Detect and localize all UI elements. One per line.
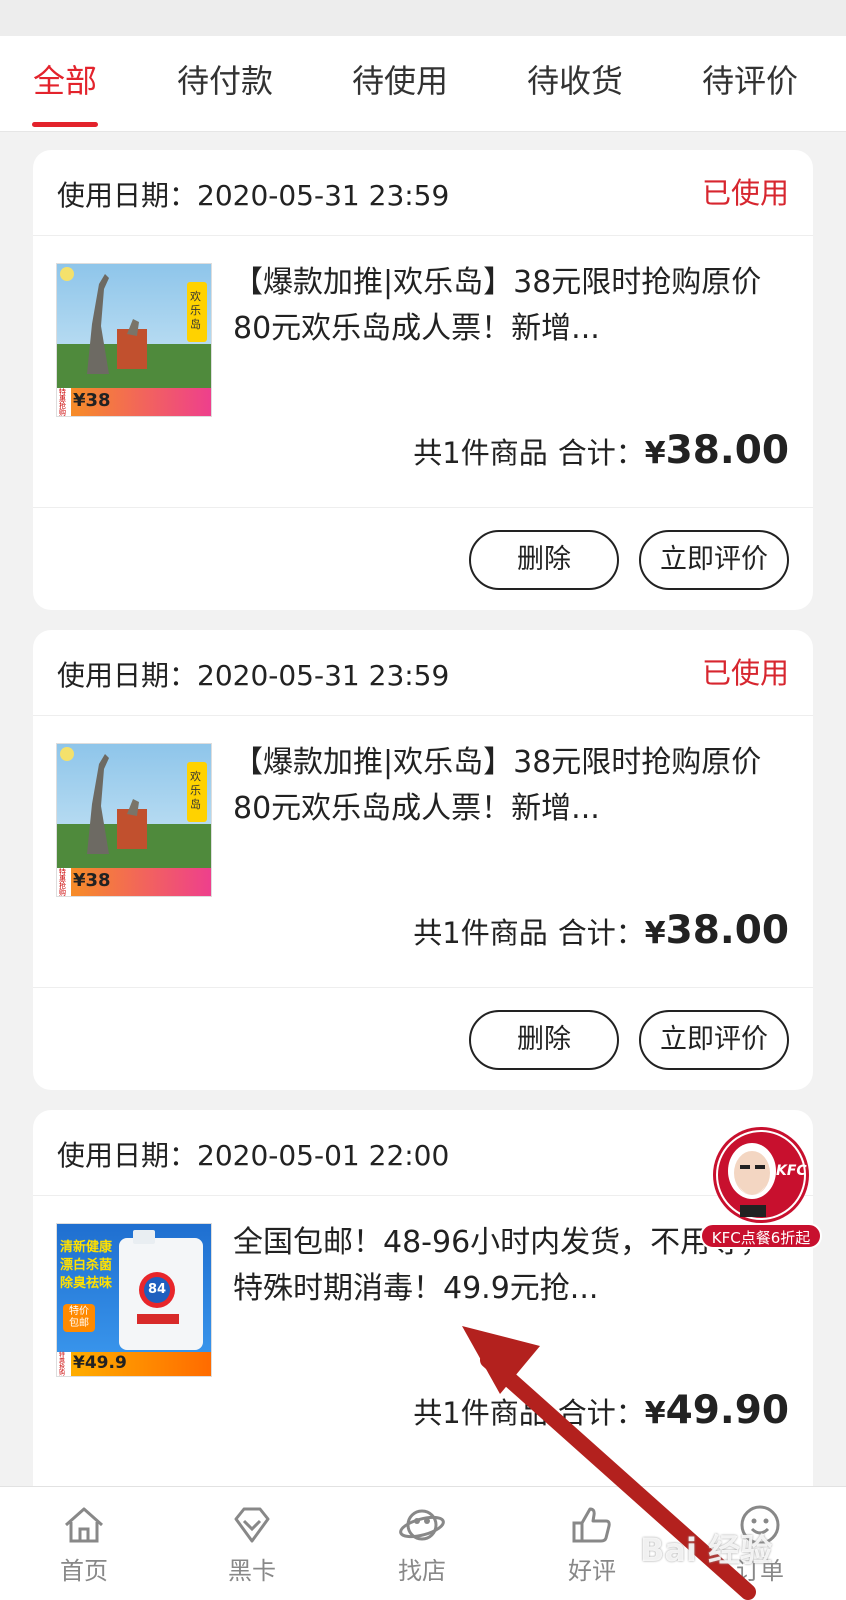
nav-black-card[interactable]: 黑卡: [192, 1495, 312, 1586]
thumbnail-price: ¥49.9: [73, 1353, 127, 1373]
order-card[interactable]: 使用日期：2020-05-31 23:59 已使用 ¥38 欢乐岛 特惠抢购 【…: [33, 630, 813, 1090]
kfc-logo-text: KFC: [776, 1163, 807, 1179]
thumbnail-badge: 特惠抢购: [59, 388, 66, 417]
currency-symbol: ¥: [644, 1396, 666, 1431]
thumbnail-badge: 特惠抢购: [59, 1352, 66, 1377]
order-actions: 删除 立即评价: [33, 987, 813, 1090]
thumbnail-tag: 欢乐岛: [190, 290, 201, 331]
order-tabs: 全部 待付款 待使用 待收货 待评价: [0, 36, 846, 132]
review-button[interactable]: 立即评价: [639, 1010, 789, 1070]
total-label: 合计：: [557, 916, 645, 950]
order-card-header: 使用日期：2020-05-01 22:00 已: [33, 1110, 813, 1196]
order-total: 38.00: [665, 908, 789, 953]
thumbs-up-icon: [572, 1507, 611, 1543]
delete-button[interactable]: 删除: [469, 530, 619, 590]
nav-label: 首页: [60, 1557, 108, 1585]
thumbnail-promo-badge: 特价包邮: [63, 1304, 95, 1332]
delete-button[interactable]: 删除: [469, 1010, 619, 1070]
thumbnail-line: 除臭祛味: [60, 1276, 113, 1291]
item-count: 共1件商品: [413, 436, 548, 470]
item-count: 共1件商品: [413, 1396, 548, 1430]
order-summary: 共1件商品 合计：¥49.90: [413, 1388, 789, 1433]
tab-all[interactable]: 全部: [30, 36, 100, 132]
total-label: 合计：: [557, 1396, 645, 1430]
nav-good-review[interactable]: 好评: [532, 1495, 652, 1586]
home-icon: [65, 1507, 103, 1543]
diamond-icon: [234, 1507, 270, 1543]
tab-pending-receipt[interactable]: 待收货: [520, 36, 630, 132]
nav-label: 找店: [398, 1557, 446, 1585]
thumbnail-tag: 欢乐岛: [190, 770, 201, 811]
total-label: 合计：: [557, 436, 645, 470]
order-card-header: 使用日期：2020-05-31 23:59 已使用: [33, 630, 813, 716]
thumbnail-line: 清新健康: [60, 1240, 113, 1255]
kfc-floating-ad[interactable]: KFC KFC点餐6折起: [700, 1125, 822, 1249]
item-count: 共1件商品: [413, 916, 548, 950]
nav-home[interactable]: 首页: [24, 1495, 144, 1586]
product-thumbnail[interactable]: 清新健康 漂白杀菌 除臭祛味 特价包邮 84 ¥49.9 特惠抢购: [56, 1223, 212, 1377]
product-title[interactable]: 【爆款加推|欢乐岛】38元限时抢购原价80元欢乐岛成人票！新增...: [233, 740, 788, 832]
tab-pending-payment[interactable]: 待付款: [170, 36, 280, 132]
order-card[interactable]: 使用日期：2020-05-01 22:00 已 清新健康 漂白杀菌 除臭祛味: [33, 1110, 813, 1510]
watermark: Bai 经验: [640, 1531, 773, 1569]
active-tab-indicator: [32, 122, 98, 127]
order-total: 38.00: [665, 428, 789, 473]
thumbnail-price: ¥38: [73, 390, 111, 411]
order-total: 49.90: [665, 1388, 789, 1433]
order-actions: 删除 立即评价: [33, 507, 813, 610]
order-status: 已使用: [701, 176, 789, 210]
order-card[interactable]: 使用日期：2020-05-31 23:59 已使用 ¥38 欢乐岛 特惠抢购 【…: [33, 150, 813, 610]
order-summary: 共1件商品 合计：¥38.00: [413, 428, 789, 473]
nav-label: 黑卡: [228, 1557, 276, 1585]
review-button[interactable]: 立即评价: [639, 530, 789, 590]
use-date: 使用日期：2020-05-31 23:59: [57, 179, 450, 212]
nav-label: 好评: [568, 1557, 616, 1585]
use-date: 使用日期：2020-05-01 22:00: [57, 1139, 450, 1172]
thumbnail-line: 漂白杀菌: [60, 1258, 113, 1273]
kfc-promo-label: KFC点餐6折起: [700, 1223, 822, 1249]
product-thumbnail[interactable]: ¥38 欢乐岛 特惠抢购: [56, 263, 212, 417]
thumbnail-badge: 特惠抢购: [59, 868, 66, 897]
product-thumbnail[interactable]: ¥38 欢乐岛 特惠抢购: [56, 743, 212, 897]
order-status: 已使用: [701, 656, 789, 690]
planet-icon: [399, 1509, 445, 1541]
use-date: 使用日期：2020-05-31 23:59: [57, 659, 450, 692]
currency-symbol: ¥: [644, 436, 666, 471]
tab-pending-review[interactable]: 待评价: [695, 36, 805, 132]
currency-symbol: ¥: [644, 916, 666, 951]
order-card-header: 使用日期：2020-05-31 23:59 已使用: [33, 150, 813, 236]
order-summary: 共1件商品 合计：¥38.00: [413, 908, 789, 953]
product-title[interactable]: 【爆款加推|欢乐岛】38元限时抢购原价80元欢乐岛成人票！新增...: [233, 260, 788, 352]
status-bar: [0, 0, 846, 36]
thumbnail-brand: 84: [147, 1282, 167, 1297]
nav-find-store[interactable]: 找店: [362, 1495, 482, 1586]
thumbnail-price: ¥38: [73, 870, 111, 891]
tab-pending-use[interactable]: 待使用: [345, 36, 455, 132]
